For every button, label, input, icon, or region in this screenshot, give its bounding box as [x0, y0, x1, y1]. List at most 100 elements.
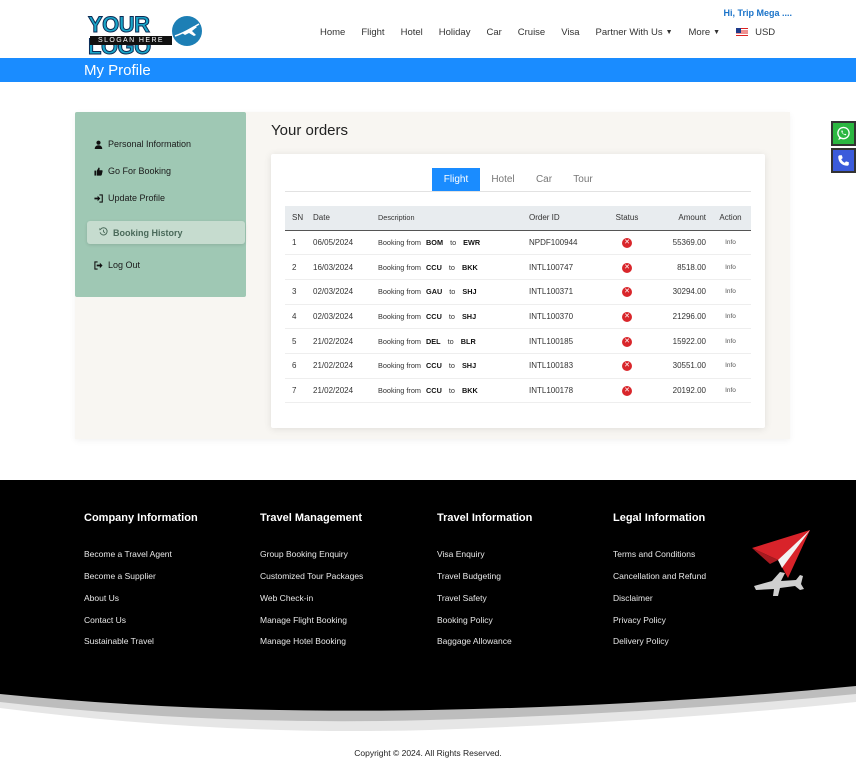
cell-sn: 2: [285, 254, 313, 280]
tab-flight[interactable]: Flight: [432, 168, 480, 191]
nav-flight[interactable]: Flight: [361, 27, 384, 38]
cancelled-status-icon: ✕: [622, 287, 632, 298]
logo[interactable]: YOUR LOGO SLOGAN HERE: [88, 13, 206, 58]
whatsapp-icon: [837, 126, 850, 141]
cancelled-status-icon: ✕: [622, 262, 632, 273]
nav-visa[interactable]: Visa: [561, 27, 579, 38]
footer-link[interactable]: About Us: [84, 593, 119, 603]
sidebar-item-update[interactable]: Update Profile: [93, 193, 165, 203]
info-link[interactable]: Info: [725, 362, 736, 369]
sidebar-label-update: Update Profile: [108, 193, 166, 203]
footer-link[interactable]: Visa Enquiry: [437, 549, 485, 559]
footer-link[interactable]: Disclaimer: [613, 593, 653, 603]
cancelled-status-icon: ✕: [622, 336, 632, 347]
orders-title: Your orders: [271, 122, 348, 139]
footer-link[interactable]: Privacy Policy: [613, 615, 666, 625]
nav-cruise[interactable]: Cruise: [518, 27, 545, 38]
footer-link[interactable]: Booking Policy: [437, 615, 493, 625]
page-title: My Profile: [84, 62, 151, 79]
destination-code: BKK: [461, 385, 478, 395]
tab-hotel[interactable]: Hotel: [484, 168, 522, 191]
cancelled-status-icon: ✕: [622, 361, 632, 372]
us-flag-icon: [736, 28, 749, 36]
sidebar-item-booking[interactable]: Go For Booking: [93, 166, 171, 176]
cell-amount: 8518.00: [650, 254, 710, 280]
info-link[interactable]: Info: [725, 387, 736, 394]
footer-link[interactable]: Become a Supplier: [84, 571, 156, 581]
cell-action: Info: [710, 229, 751, 256]
desc-to: to: [450, 237, 457, 247]
footer-link[interactable]: Cancellation and Refund: [613, 571, 706, 581]
nav-car[interactable]: Car: [486, 27, 501, 38]
footer-link[interactable]: Contact Us: [84, 615, 126, 625]
tab-tour[interactable]: Tour: [566, 168, 600, 191]
user-greeting[interactable]: Hi, Trip Mega ....: [723, 8, 792, 18]
info-link[interactable]: Info: [725, 239, 736, 246]
desc-prefix: Booking from: [378, 385, 421, 395]
sidebar-item-history[interactable]: Booking History: [87, 221, 245, 244]
nav-home[interactable]: Home: [320, 27, 345, 38]
logout-icon: [93, 260, 103, 270]
cell-sn: 7: [285, 377, 313, 404]
sidebar-label-booking: Go For Booking: [108, 166, 172, 176]
sign-in-icon: [93, 193, 103, 203]
cell-action: Info: [710, 328, 751, 354]
destination-code: BKK: [461, 262, 478, 272]
cell-action: Info: [710, 254, 751, 280]
footer-link[interactable]: Customized Tour Packages: [260, 571, 363, 581]
whatsapp-button[interactable]: [831, 121, 856, 146]
footer-link[interactable]: Baggage Allowance: [437, 636, 512, 646]
cell-status: ✕: [604, 229, 650, 256]
main-nav: Home Flight Hotel Holiday Car Cruise Vis…: [320, 26, 791, 38]
desc-to: to: [448, 361, 455, 371]
desc-to: to: [448, 262, 455, 272]
sidebar-label-history: Booking History: [113, 227, 183, 238]
footer-link[interactable]: Web Check-in: [260, 593, 313, 603]
desc-prefix: Booking from: [378, 287, 421, 297]
footer-link[interactable]: Delivery Policy: [613, 636, 669, 646]
nav-partner[interactable]: Partner With Us ▼: [596, 27, 673, 38]
currency-selector[interactable]: USD: [736, 27, 775, 38]
info-link[interactable]: Info: [725, 313, 736, 320]
destination-code: EWR: [463, 237, 481, 247]
cell-amount: 30551.00: [650, 352, 710, 379]
footer-link[interactable]: Become a Travel Agent: [84, 549, 172, 559]
footer-link[interactable]: Sustainable Travel: [84, 636, 154, 646]
nav-holiday[interactable]: Holiday: [439, 27, 471, 38]
sidebar-label-personal: Personal Information: [108, 139, 192, 149]
info-link[interactable]: Info: [725, 338, 736, 345]
currency-label: USD: [755, 26, 776, 38]
sidebar-item-personal[interactable]: Personal Information: [93, 139, 191, 149]
footer-link[interactable]: Travel Budgeting: [437, 571, 501, 581]
desc-to: to: [447, 336, 454, 346]
sidebar-item-logout[interactable]: Log Out: [93, 260, 140, 270]
footer-link[interactable]: Manage Flight Booking: [260, 615, 347, 625]
cell-order-id: INTL100185: [529, 328, 604, 354]
footer-link[interactable]: Travel Safety: [437, 593, 487, 603]
footer-link[interactable]: Manage Hotel Booking: [260, 636, 346, 646]
tab-car[interactable]: Car: [529, 168, 559, 191]
cancelled-status-icon: ✕: [622, 385, 632, 396]
cell-description: Booking from CCU to SHJ: [378, 352, 529, 379]
desc-to: to: [449, 287, 456, 297]
destination-code: BLR: [460, 336, 476, 346]
phone-button[interactable]: [831, 148, 856, 173]
cell-action: Info: [710, 303, 751, 330]
footer-link[interactable]: Group Booking Enquiry: [260, 549, 348, 559]
table-row: 2 16/03/2024 Booking from CCU to BKK INTL1007…: [285, 254, 751, 280]
table-row: 4 02/03/2024 Booking from CCU to SHJ INTL1003…: [285, 303, 751, 330]
cancelled-status-icon: ✕: [622, 237, 632, 248]
cell-order-id: INTL100371: [529, 278, 604, 305]
cell-sn: 4: [285, 303, 313, 330]
nav-hotel[interactable]: Hotel: [401, 27, 423, 38]
orders-card: Flight Hotel Car Tour SN Date Descriptio…: [271, 154, 765, 428]
info-link[interactable]: Info: [725, 264, 736, 271]
nav-more[interactable]: More ▼: [689, 27, 721, 38]
cell-action: Info: [710, 377, 751, 404]
destination-code: SHJ: [461, 311, 477, 321]
cell-status: ✕: [604, 303, 650, 330]
info-link[interactable]: Info: [725, 288, 736, 295]
cell-description: Booking from CCU to BKK: [378, 254, 529, 280]
cell-action: Info: [710, 352, 751, 379]
footer-link[interactable]: Terms and Conditions: [613, 549, 695, 559]
